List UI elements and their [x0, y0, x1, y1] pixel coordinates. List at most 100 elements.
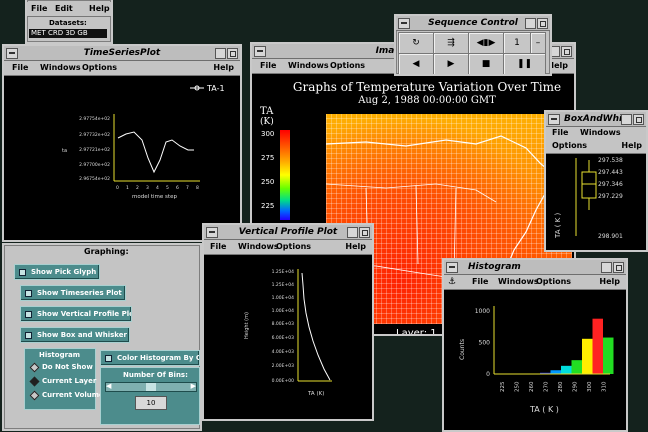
back-button[interactable]: ◀: [398, 53, 434, 74]
stop-button[interactable]: ■: [468, 53, 504, 74]
dataset-item[interactable]: MET CRD 3D GB: [29, 29, 107, 38]
color-histogram-toggle[interactable]: Color Histogram By Counts: [100, 350, 200, 366]
maximize-button[interactable]: [633, 114, 644, 125]
window-menu-button[interactable]: [254, 46, 266, 57]
bins-value[interactable]: 10: [135, 396, 167, 410]
y-tick: 0.00E+00: [272, 378, 294, 384]
color-scale-bar: [280, 130, 290, 220]
stop-icon: ■: [481, 59, 491, 69]
titlebar: Vertical Profile Plot: [204, 225, 372, 240]
y-tick: 0: [486, 371, 490, 378]
pause-button[interactable]: ❚❚: [503, 53, 546, 74]
anchor-icon: ⚓: [448, 277, 457, 287]
histogram-bar: [582, 338, 593, 374]
scale-units: (K): [260, 117, 274, 127]
show-pick-glyph-button[interactable]: Show Pick Glyph: [14, 264, 100, 280]
menu-windows[interactable]: Windows: [498, 275, 539, 289]
menu-windows[interactable]: Windows: [238, 240, 279, 254]
scale-value: 275: [261, 154, 275, 162]
histogram-bar: [592, 318, 603, 374]
step-menu-button[interactable]: –: [530, 32, 546, 54]
loop-button[interactable]: ↻: [398, 32, 434, 54]
menu-help[interactable]: Help: [213, 61, 234, 75]
window-title: Sequence Control: [428, 18, 518, 28]
titlebar: Histogram: [444, 260, 626, 275]
y-tick: 1.25E+04: [272, 282, 294, 288]
x-tick: 225: [500, 381, 506, 392]
menu-file[interactable]: File: [210, 240, 226, 254]
menubar: ⚓ File Windows Options Help: [444, 275, 626, 290]
window-menu-button[interactable]: [398, 18, 410, 29]
show-box-whisker-button[interactable]: Show Box and Whisker Plot: [20, 327, 130, 343]
play-button[interactable]: ▶: [433, 53, 469, 74]
radio-indicator: [29, 376, 40, 386]
menu-file[interactable]: File: [31, 2, 47, 16]
titlebar: Sequence Control: [396, 16, 550, 31]
menu-help[interactable]: Help: [599, 275, 620, 289]
menu-file[interactable]: File: [552, 126, 568, 140]
step-button[interactable]: ◀▮▶: [468, 32, 504, 54]
menu-edit[interactable]: Edit: [55, 2, 73, 16]
value-label: 297.443: [598, 169, 623, 176]
menu-options[interactable]: Options: [536, 275, 571, 289]
value-label: 297.538: [598, 157, 623, 164]
bins-slider[interactable]: ◀ ▶: [105, 382, 197, 392]
histogram-options: Histogram Do Not Show Current Layer Curr…: [24, 348, 104, 410]
maximize-button[interactable]: [561, 46, 572, 57]
window-menu-button[interactable]: [446, 262, 458, 273]
minimize-button[interactable]: [621, 114, 632, 125]
step-value[interactable]: 1: [503, 32, 531, 54]
x-tick: 250: [515, 381, 521, 392]
menu-help[interactable]: Help: [345, 240, 366, 254]
boxwhisk-plot: 297.538 297.443 297.346 297.229 298.901 …: [546, 154, 646, 250]
window-title: TimeSeriesPlot: [83, 48, 161, 58]
histogram-bar: [550, 370, 561, 374]
window-menu-button[interactable]: [206, 227, 218, 238]
menu-options[interactable]: Options: [82, 61, 117, 75]
menu-options[interactable]: Options: [330, 59, 365, 73]
menu-windows[interactable]: Windows: [40, 61, 81, 75]
show-vertical-profile-button[interactable]: Show Vertical Profile Plot: [20, 306, 132, 322]
titlebar: BoxAndWhisk: [546, 112, 646, 127]
window-menu-button[interactable]: [548, 114, 560, 125]
radio-do-not-show[interactable]: Do Not Show: [29, 362, 93, 372]
maximize-button[interactable]: [227, 48, 238, 59]
y-tick-labels: 1.25E+04 1.25E+04 1.00E+04 1.00E+04 8.00…: [272, 269, 294, 384]
menu-file[interactable]: File: [472, 275, 488, 289]
bins-panel: Number Of Bins: ◀ ▶ 10: [100, 367, 200, 425]
x-axis-label: model time step: [132, 194, 177, 200]
button-label: Show Pick Glyph: [31, 268, 97, 276]
menu-windows[interactable]: Windows: [580, 126, 621, 140]
minimize-button[interactable]: [215, 48, 226, 59]
minimize-button[interactable]: [525, 18, 536, 29]
menu-options[interactable]: Options: [552, 139, 587, 153]
slider-thumb[interactable]: [146, 383, 156, 391]
x-tick: 1: [126, 185, 129, 191]
radio-current-layer[interactable]: Current Layer: [29, 376, 96, 386]
x-tick: 0: [116, 185, 119, 191]
maximize-button[interactable]: [537, 18, 548, 29]
speed-button[interactable]: ⇶: [433, 32, 469, 54]
minimize-button[interactable]: [347, 227, 358, 238]
y-axis-label: Counts: [459, 339, 466, 360]
window-menu-button[interactable]: [6, 48, 18, 59]
minimize-button[interactable]: [601, 262, 612, 273]
slider-left-arrow[interactable]: ◀: [106, 382, 111, 390]
menu-file[interactable]: File: [260, 59, 276, 73]
menu-file[interactable]: File: [12, 61, 28, 75]
play-icon: ▶: [447, 59, 455, 69]
window-title: Histogram: [468, 262, 521, 272]
histogram-window: Histogram ⚓ File Windows Options Help 0 5…: [442, 258, 628, 432]
menu-help[interactable]: Help: [621, 139, 642, 153]
maximize-button[interactable]: [359, 227, 370, 238]
menu-options[interactable]: Options: [276, 240, 311, 254]
menu-windows[interactable]: Windows: [288, 59, 329, 73]
maximize-button[interactable]: [613, 262, 624, 273]
show-timeseries-button[interactable]: Show Timeseries Plot: [20, 285, 126, 301]
sequence-control-window: Sequence Control ↻ ⇶ ◀▮▶ 1 – ◀ ▶ ■ ❚❚: [394, 14, 552, 76]
slider-right-arrow[interactable]: ▶: [191, 382, 196, 390]
profile-line: [301, 272, 331, 381]
menu-help[interactable]: Help: [89, 2, 110, 16]
radio-current-volume[interactable]: Current Volume: [29, 390, 104, 400]
y-axis-label: Height (m): [244, 312, 250, 339]
